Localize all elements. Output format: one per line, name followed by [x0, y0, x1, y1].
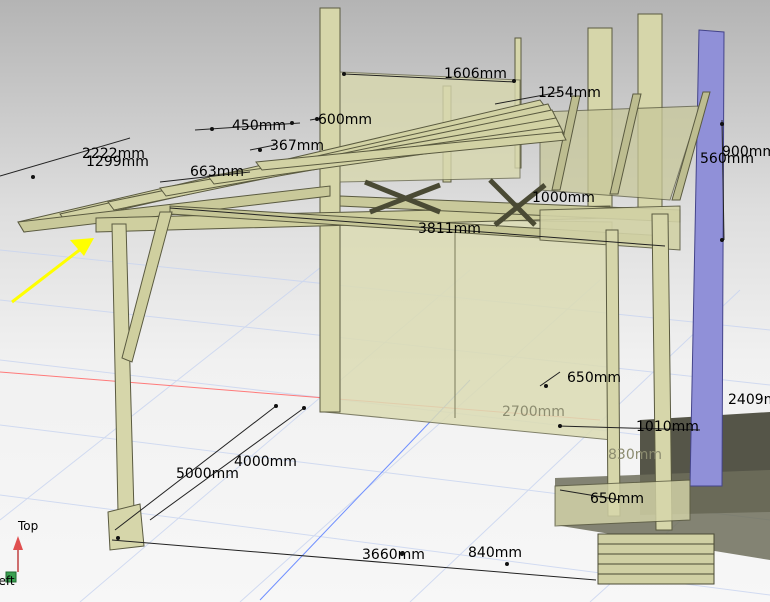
triad-left-label: Left [0, 574, 15, 588]
wall-panel [324, 217, 613, 441]
dim-560[interactable]: 560mm [700, 151, 754, 167]
dim-3811[interactable]: 3811mm [418, 221, 481, 237]
dim-650-lower[interactable]: 650mm [590, 491, 644, 507]
model-scene[interactable]: 1606mm 1254mm 2222mm 1299mm 450mm 600mm … [0, 0, 770, 602]
block-footing [597, 533, 715, 585]
dim-2700[interactable]: 2700mm [502, 404, 565, 420]
dim-600[interactable]: 600mm [318, 112, 372, 128]
dim-450[interactable]: 450mm [232, 118, 286, 134]
dim-4000[interactable]: 4000mm [234, 454, 297, 470]
dim-1000[interactable]: 1000mm [532, 190, 595, 206]
dim-3660[interactable]: 3660mm [362, 547, 425, 563]
dim-663[interactable]: 663mm [190, 164, 244, 180]
post-back-left [319, 7, 341, 413]
dim-1010[interactable]: 1010mm [636, 419, 699, 435]
3d-viewport[interactable]: 1606mm 1254mm 2222mm 1299mm 450mm 600mm … [0, 0, 770, 602]
dim-5000[interactable]: 5000mm [176, 466, 239, 482]
dim-1606[interactable]: 1606mm [444, 66, 507, 82]
dim-830[interactable]: 830mm [608, 447, 662, 463]
dim-367[interactable]: 367mm [270, 138, 324, 154]
dim-2409[interactable]: 2409mm [728, 392, 770, 408]
dim-840[interactable]: 840mm [468, 545, 522, 561]
dim-1299[interactable]: 1299mm [86, 154, 149, 170]
post-footing [107, 503, 145, 551]
triad-top-label: Top [17, 519, 38, 533]
dim-650-upper[interactable]: 650mm [567, 370, 621, 386]
dim-1254[interactable]: 1254mm [538, 85, 601, 101]
